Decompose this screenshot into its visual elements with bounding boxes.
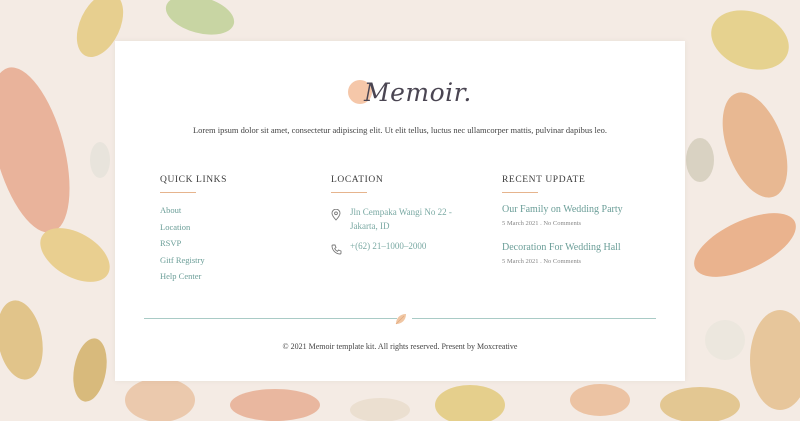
post-title[interactable]: Our Family on Wedding Party [502,204,623,215]
quick-links-list: About Location RSVP Gitf Registry Help C… [160,205,227,281]
location-heading: LOCATION [331,175,384,185]
divider-left [144,318,397,319]
link-about[interactable]: About [160,205,227,215]
divider-right [412,318,656,319]
brand-logo[interactable]: Memoir. [345,78,471,110]
quick-links-column: QUICK LINKS About Location RSVP Gitf Reg… [160,175,227,288]
link-location[interactable]: Location [160,222,227,232]
phone-text[interactable]: +(62) 21–1000–2000 [350,239,470,253]
heading-rule [331,192,367,193]
recent-update-heading: RECENT UPDATE [502,175,586,185]
link-rsvp[interactable]: RSVP [160,238,227,248]
address-row: Jln Cempaka Wangi No 22 - Jakarta, ID [331,205,470,233]
leaf-icon [394,311,408,330]
heading-rule [160,192,196,193]
brand-name: Memoir. [364,78,472,107]
tagline: Lorem ipsum dolor sit amet, consectetur … [192,125,608,135]
post-meta: 5 March 2021 . No Comments [502,220,582,227]
recent-update-column: RECENT UPDATE Our Family on Wedding Part… [502,175,623,265]
post-meta: 5 March 2021 . No Comments [502,258,582,265]
post-title[interactable]: Decoration For Wedding Hall [502,242,623,253]
map-pin-icon [331,206,343,225]
location-column: LOCATION Jln Cempaka Wangi No 22 - Jakar… [331,175,470,259]
quick-links-heading: QUICK LINKS [160,175,228,185]
copyright-text: © 2021 Memoir template kit. All rights r… [282,342,518,351]
address-text: Jln Cempaka Wangi No 22 - Jakarta, ID [350,207,452,231]
heading-rule [502,192,538,193]
phone-icon [331,240,343,259]
phone-row: +(62) 21–1000–2000 [331,239,470,259]
link-help-center[interactable]: Help Center [160,271,227,281]
link-gift-registry[interactable]: Gitf Registry [160,255,227,265]
footer-card: Memoir. Lorem ipsum dolor sit amet, cons… [115,41,685,381]
